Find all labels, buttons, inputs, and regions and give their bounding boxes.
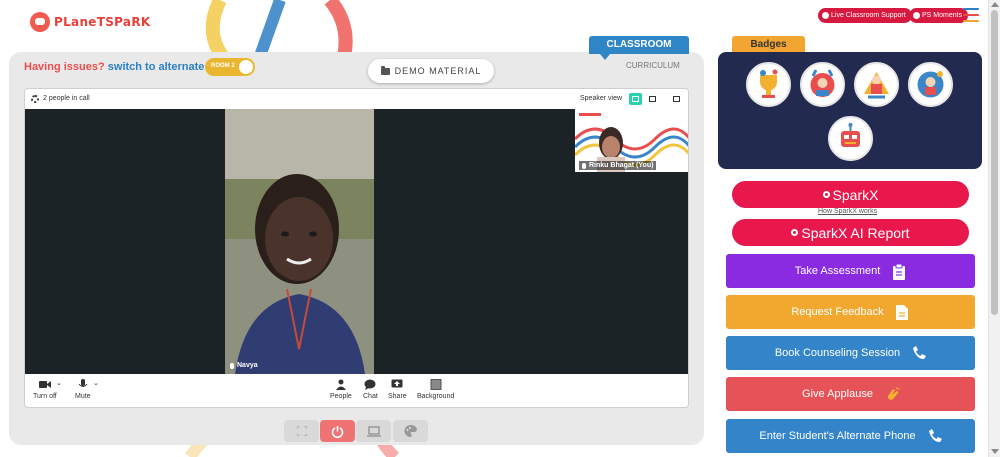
- request-feedback-button[interactable]: Request Feedback: [726, 295, 975, 329]
- document-icon: [895, 305, 910, 320]
- speaker-view-button[interactable]: [629, 93, 642, 105]
- mic-icon: [230, 362, 234, 369]
- trophy-badge-icon[interactable]: [746, 62, 791, 107]
- enter-alternate-phone-button[interactable]: Enter Student's Alternate Phone: [726, 419, 975, 453]
- grid-view-icon[interactable]: [646, 93, 659, 105]
- speaker-view-label: Speaker view: [580, 95, 623, 102]
- scroll-down-icon[interactable]: [991, 449, 999, 454]
- share-screen-icon: [391, 379, 403, 390]
- tab-classroom[interactable]: CLASSROOM: [589, 36, 689, 54]
- room-toggle[interactable]: ROOM 2: [205, 58, 255, 76]
- phone-icon: [912, 346, 927, 360]
- share-button[interactable]: Share: [388, 379, 407, 400]
- chat-bubble-icon: [364, 379, 376, 390]
- mute-button[interactable]: Mute: [75, 379, 91, 400]
- people-count: 2 people in call: [43, 95, 90, 102]
- sparkx-button[interactable]: SparkX: [732, 181, 969, 208]
- take-assessment-button[interactable]: Take Assessment: [726, 254, 975, 288]
- planetspark-logo[interactable]: PLaneTSPaRK: [30, 12, 150, 32]
- fullscreen-icon: [296, 426, 307, 436]
- video-stage: Navya Rinku Bhagat (You): [25, 109, 688, 374]
- end-call-button[interactable]: [320, 420, 355, 442]
- microphone-icon: [77, 379, 89, 390]
- participant-name-tag: Navya: [230, 362, 258, 369]
- book-counseling-session-button[interactable]: Book Counseling Session: [726, 336, 975, 370]
- mic-icon: [582, 162, 586, 169]
- give-applause-button[interactable]: Give Applause: [726, 377, 975, 411]
- person-icon: [335, 379, 347, 390]
- issue-message: Having issues? switch to alternate room: [24, 61, 235, 73]
- sparkx-ai-report-button[interactable]: SparkX AI Report: [732, 219, 969, 246]
- explorer-badge-icon[interactable]: [908, 62, 953, 107]
- clipboard-icon: [892, 263, 906, 280]
- video-call-window: 2 people in call Speaker view Navya Rink…: [24, 88, 689, 408]
- gear-icon[interactable]: [31, 95, 39, 103]
- page-scrollbar[interactable]: [988, 0, 1000, 457]
- palette-icon: [404, 425, 417, 437]
- call-top-bar: 2 people in call Speaker view: [25, 89, 688, 109]
- self-video-thumbnail[interactable]: Rinku Bhagat (You): [575, 109, 688, 172]
- participant-video: [225, 109, 374, 374]
- scroll-up-icon[interactable]: [991, 2, 999, 7]
- toggle-knob: [239, 60, 253, 74]
- how-sparkx-works-link[interactable]: How SparkX works: [818, 208, 877, 215]
- whiteboard-button[interactable]: [393, 420, 428, 442]
- live-classroom-support-button[interactable]: Live Classroom Support: [818, 8, 912, 23]
- scrollbar-thumb[interactable]: [991, 10, 998, 315]
- demo-material-button[interactable]: DEMO MATERIAL: [368, 59, 494, 83]
- self-name-tag: Rinku Bhagat (You): [579, 161, 657, 170]
- info-icon: [822, 12, 829, 19]
- menu-icon[interactable]: [963, 8, 979, 22]
- clap-icon: [885, 386, 900, 401]
- chat-button[interactable]: Chat: [363, 379, 378, 400]
- classroom-tab-pointer: [600, 54, 610, 60]
- screen-share-button[interactable]: [356, 420, 391, 442]
- background-image-icon: [430, 379, 442, 390]
- call-controls: Turn off ⌄ Mute ⌄ People Chat Share Back…: [25, 374, 688, 407]
- chevron-down-icon[interactable]: ⌄: [56, 379, 62, 387]
- video-camera-icon: [38, 379, 51, 390]
- sparkx-icon: [791, 229, 799, 236]
- superhero-badge-icon[interactable]: [854, 62, 899, 107]
- tab-curriculum[interactable]: CURRICULUM: [626, 61, 680, 70]
- phone-icon: [928, 429, 942, 443]
- laptop-icon: [366, 425, 381, 437]
- power-icon: [331, 425, 344, 438]
- folder-icon: [380, 65, 390, 75]
- camera-icon: [913, 12, 920, 19]
- people-button[interactable]: People: [330, 379, 352, 400]
- picture-in-picture-icon[interactable]: [670, 93, 683, 105]
- raised-hands-badge-icon[interactable]: [800, 62, 845, 107]
- robot-badge-icon[interactable]: [828, 116, 873, 161]
- sparkx-icon: [822, 191, 830, 198]
- participant-video-image: [225, 109, 374, 374]
- background-button[interactable]: Background: [417, 379, 454, 400]
- chevron-down-icon[interactable]: ⌄: [93, 379, 99, 387]
- ps-moments-button[interactable]: PS Moments: [909, 8, 969, 23]
- turn-off-camera-button[interactable]: Turn off: [33, 379, 57, 400]
- fullscreen-button[interactable]: [284, 420, 319, 442]
- planet-logo-icon: [30, 12, 50, 32]
